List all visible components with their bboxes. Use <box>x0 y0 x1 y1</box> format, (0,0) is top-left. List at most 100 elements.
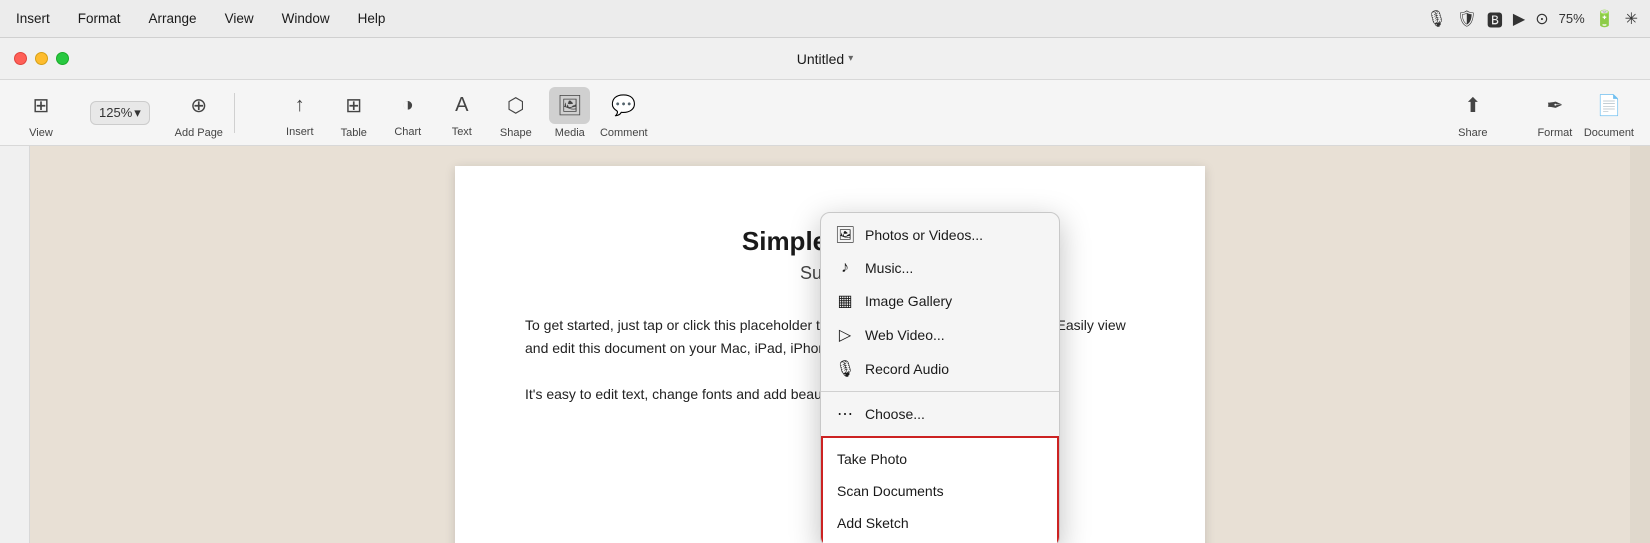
dropdown-section-1: 🖼 Photos or Videos... ♪ Music... ▦ Image… <box>821 213 1059 391</box>
shield-icon: 🛡 <box>1457 9 1477 29</box>
web-video-icon: ▷ <box>835 325 855 345</box>
insert-icon: ↑ <box>295 94 305 117</box>
view-icon: ⊞ <box>33 93 50 118</box>
share-label: Share <box>1458 127 1487 139</box>
menu-item-image-gallery-label: Image Gallery <box>865 293 952 309</box>
toolbar-insert[interactable]: ↑ Insert <box>275 88 325 138</box>
text-label: Text <box>452 126 472 138</box>
toolbar-shape[interactable]: ⬡ Shape <box>491 87 541 139</box>
toolbar-chart[interactable]: ◑ Chart <box>383 88 433 138</box>
toolbar-separator-1 <box>234 93 235 133</box>
media-dropdown-menu: 🖼 Photos or Videos... ♪ Music... ▦ Image… <box>820 212 1060 543</box>
toolbar-comment[interactable]: 💬 Comment <box>599 87 649 139</box>
table-icon: ⊞ <box>345 93 362 118</box>
menu-item-image-gallery[interactable]: ▦ Image Gallery <box>821 284 1059 318</box>
sidebar-right <box>1630 146 1650 543</box>
toolbar-right-group: ⬆ Share ✒ Format 📄 Document <box>1448 87 1634 139</box>
toolbar-add-page[interactable]: ⊕ Add Page <box>174 87 224 139</box>
menu-item-take-photo[interactable]: Take Photo <box>823 443 1057 475</box>
menu-item-music-label: Music... <box>865 260 913 276</box>
close-button[interactable] <box>14 52 27 65</box>
menu-arrange[interactable]: Arrange <box>145 9 201 28</box>
toolbar-left-group: ⊞ View 125% ▾ ⊕ Add Page <box>16 87 224 139</box>
document-title[interactable]: Untitled ▾ <box>797 51 854 67</box>
text-icon: A <box>455 94 468 117</box>
toolbar-document[interactable]: 📄 Document <box>1584 87 1634 139</box>
toolbar-middle-group: ↑ Insert ⊞ Table ◑ Chart A Text <box>275 87 649 139</box>
minimize-button[interactable] <box>35 52 48 65</box>
toolbar-media[interactable]: 🖼 Media <box>545 87 595 139</box>
view-label: View <box>29 127 53 139</box>
title-bar: Untitled ▾ <box>0 38 1650 80</box>
menu-bar-left: Insert Format Arrange View Window Help <box>12 9 1426 28</box>
format-label: Format <box>1537 127 1572 139</box>
zoom-chevron-icon: ▾ <box>134 105 141 121</box>
menu-item-web-video-label: Web Video... <box>865 327 945 343</box>
menu-bar-right: 🎙 🛡 🅱 ▶ ⊙ 75% 🔋 ✳ <box>1426 7 1638 31</box>
toolbar-format[interactable]: ✒ Format <box>1530 87 1580 139</box>
toolbar-share[interactable]: ⬆ Share <box>1448 87 1498 139</box>
menu-item-photos-videos[interactable]: 🖼 Photos or Videos... <box>821 218 1059 252</box>
toolbar-view[interactable]: ⊞ View <box>16 87 66 139</box>
document-area: Simple Report Subtitle To get started, j… <box>30 146 1630 543</box>
chart-label: Chart <box>394 126 421 138</box>
chart-icon: ◑ <box>402 94 414 117</box>
music-icon: ♪ <box>835 259 855 277</box>
menu-item-scan-documents-label: Scan Documents <box>837 483 944 499</box>
toolbar-text[interactable]: A Text <box>437 88 487 138</box>
menu-item-photos-videos-label: Photos or Videos... <box>865 227 983 243</box>
zoom-control[interactable]: 125% ▾ <box>90 101 150 125</box>
add-page-label: Add Page <box>175 127 223 139</box>
document-label: Document <box>1584 127 1634 139</box>
document-title-text: Untitled <box>797 51 844 67</box>
bluetooth-icon: ✳ <box>1625 9 1638 29</box>
menu-item-scan-documents[interactable]: Scan Documents <box>823 475 1057 507</box>
menu-help[interactable]: Help <box>354 9 390 28</box>
toolbar-table[interactable]: ⊞ Table <box>329 87 379 139</box>
menu-item-music[interactable]: ♪ Music... <box>821 252 1059 284</box>
share-icon: ⬆ <box>1464 93 1481 118</box>
menu-item-choose-label: Choose... <box>865 406 925 422</box>
menu-item-web-video[interactable]: ▷ Web Video... <box>821 318 1059 352</box>
dropdown-section-highlighted: Take Photo Scan Documents Add Sketch <box>821 436 1059 543</box>
menu-insert[interactable]: Insert <box>12 9 54 28</box>
shape-label: Shape <box>500 127 532 139</box>
document-icon: 📄 <box>1596 93 1621 118</box>
photos-icon: 🖼 <box>835 225 855 245</box>
choose-icon: ⋯ <box>835 404 855 424</box>
battery-icon: 🔋 <box>1595 9 1615 29</box>
title-chevron-icon: ▾ <box>848 53 853 64</box>
menu-format[interactable]: Format <box>74 9 125 28</box>
toolbar: ⊞ View 125% ▾ ⊕ Add Page ↑ <box>0 80 1650 146</box>
menu-item-take-photo-label: Take Photo <box>837 451 907 467</box>
menu-item-record-audio-label: Record Audio <box>865 361 949 377</box>
comment-label: Comment <box>600 127 648 139</box>
table-label: Table <box>341 127 367 139</box>
format-icon: ✒ <box>1546 93 1563 118</box>
shape-icon: ⬡ <box>507 93 524 118</box>
menu-window[interactable]: Window <box>278 9 334 28</box>
play-icon: ▶ <box>1513 9 1525 29</box>
menu-view[interactable]: View <box>221 9 258 28</box>
app-window: Untitled ▾ ⊞ View 125% ▾ ⊕ Add Page <box>0 38 1650 543</box>
comment-icon: 💬 <box>611 93 636 118</box>
circle-icon: ⊙ <box>1535 9 1548 29</box>
traffic-lights <box>14 52 69 65</box>
menu-bar: Insert Format Arrange View Window Help 🎙… <box>0 0 1650 38</box>
microphone-icon: 🎙 <box>1426 9 1446 29</box>
menu-item-record-audio[interactable]: 🎙 Record Audio <box>821 352 1059 386</box>
insert-label: Insert <box>286 126 314 138</box>
image-gallery-icon: ▦ <box>835 291 855 311</box>
media-label: Media <box>555 127 585 139</box>
bold-icon: 🅱 <box>1487 7 1503 31</box>
media-icon: 🖼 <box>557 93 582 118</box>
battery-info: 75% <box>1559 11 1585 26</box>
sidebar-left <box>0 146 30 543</box>
zoom-value: 125% <box>99 105 132 120</box>
record-audio-icon: 🎙 <box>835 359 855 379</box>
menu-item-add-sketch-label: Add Sketch <box>837 515 909 531</box>
fullscreen-button[interactable] <box>56 52 69 65</box>
menu-item-choose[interactable]: ⋯ Choose... <box>821 397 1059 431</box>
menu-item-add-sketch[interactable]: Add Sketch <box>823 507 1057 539</box>
main-area: Simple Report Subtitle To get started, j… <box>0 146 1650 543</box>
